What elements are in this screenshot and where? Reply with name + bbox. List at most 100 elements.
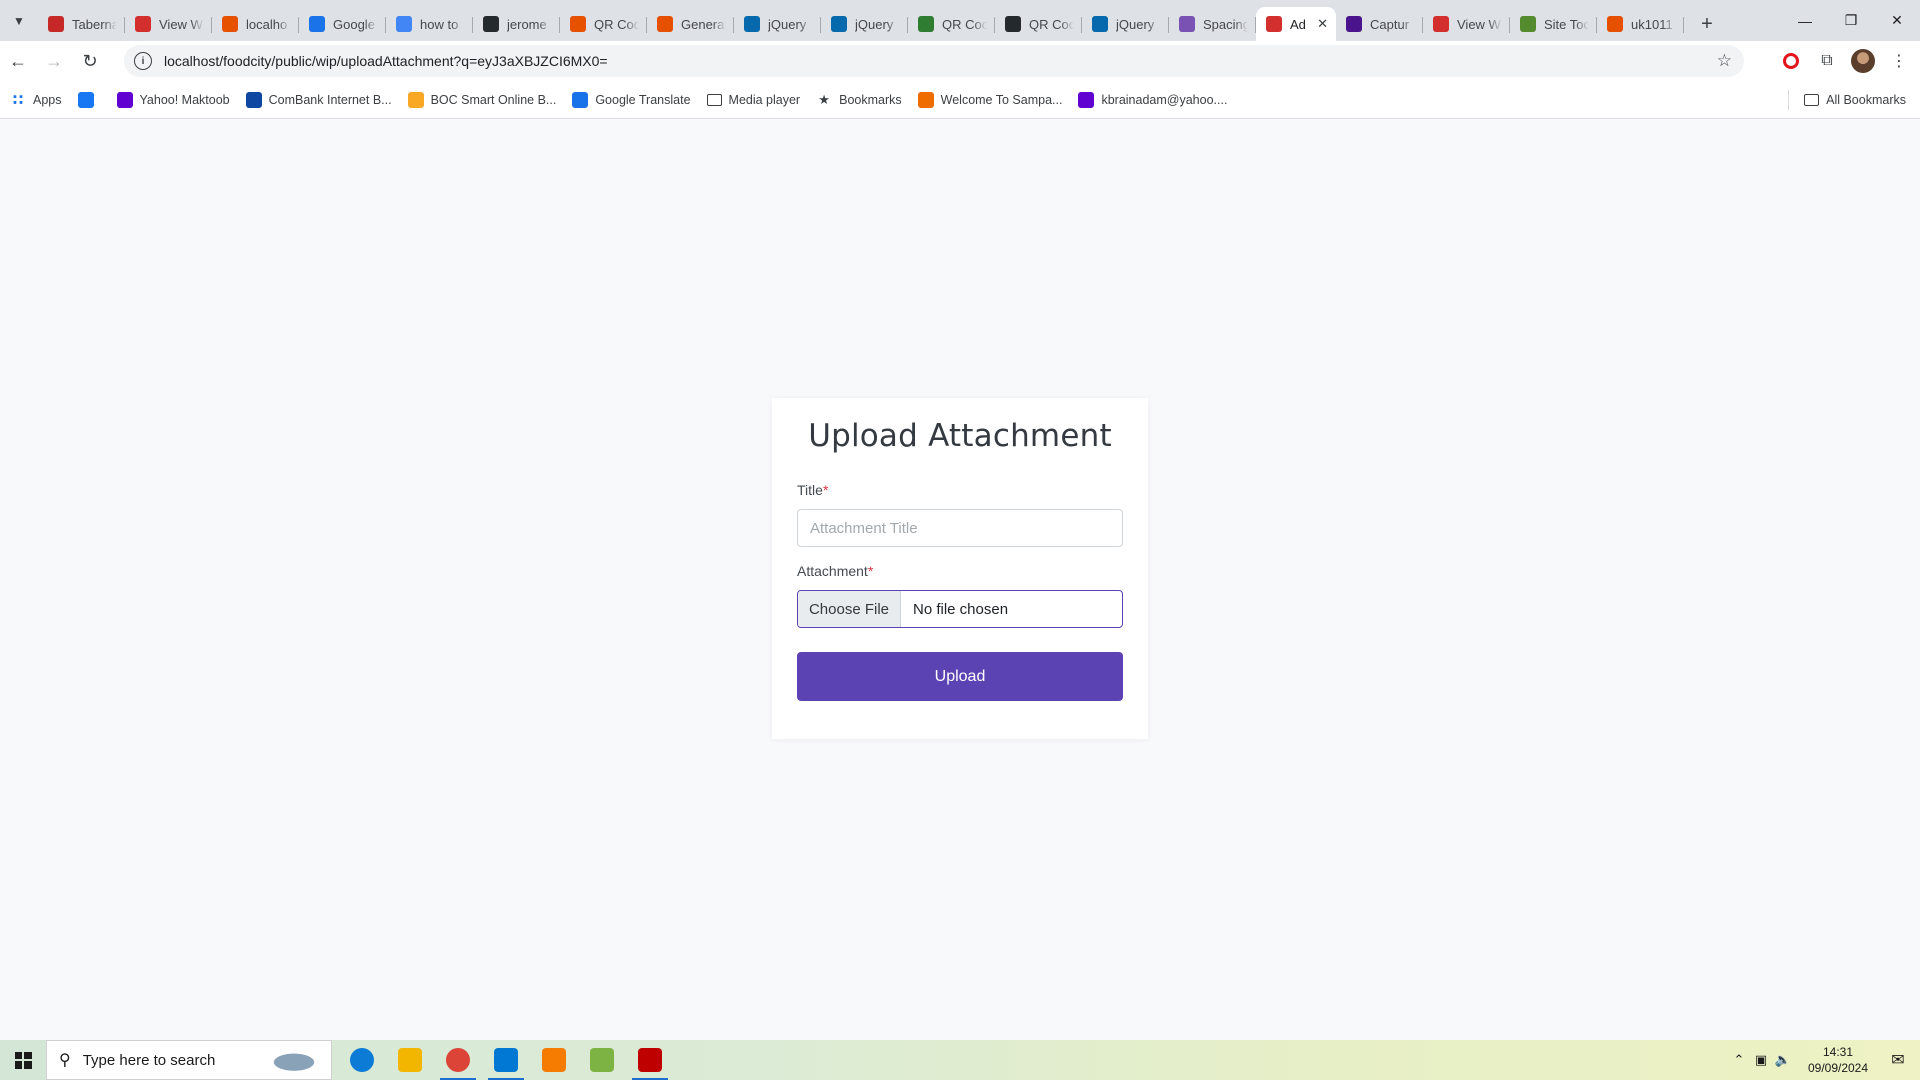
file-explorer-taskbar-button[interactable] xyxy=(386,1040,434,1080)
browser-tab[interactable]: jQuery xyxy=(821,7,908,41)
vscode-taskbar-button[interactable] xyxy=(482,1040,530,1080)
browser-tab[interactable]: Captur xyxy=(1336,7,1423,41)
attachment-file-input[interactable]: Choose File No file chosen xyxy=(797,590,1123,628)
browser-tab[interactable]: QR Coc xyxy=(995,7,1082,41)
bookmark-item[interactable]: ★ Bookmarks xyxy=(816,92,901,108)
site-info-icon[interactable]: i xyxy=(134,52,152,70)
bookmark-item[interactable]: ∷ Apps xyxy=(10,91,62,109)
folder-icon xyxy=(706,93,722,106)
bookmarks-bar: ∷ Apps Yahoo! Maktoob ComBank Internet B...… xyxy=(0,81,1920,119)
restore-button[interactable]: ❐ xyxy=(1828,0,1874,41)
browser-tab-strip: ▼ Taberna View W localho Google how to jerome… xyxy=(0,0,1920,41)
taskbar-apps xyxy=(338,1040,674,1080)
search-highlight-image xyxy=(263,1049,325,1073)
browser-tab[interactable]: QR Cod xyxy=(560,7,647,41)
tab-list: Taberna View W localho Google how to jerome QR… xyxy=(38,0,1684,41)
opera-extension-icon[interactable] xyxy=(1778,48,1804,74)
bookmark-item[interactable] xyxy=(77,91,101,108)
bookmark-item[interactable]: Yahoo! Maktoob xyxy=(116,91,230,108)
translate-icon xyxy=(309,16,325,32)
browser-tab[interactable]: Site Toc xyxy=(1510,7,1597,41)
browser-tab[interactable]: jQuery xyxy=(734,7,821,41)
tray-chevron-up-icon[interactable]: ⌃ xyxy=(1728,1052,1750,1068)
xampp-taskbar-button[interactable] xyxy=(530,1040,578,1080)
bookmark-label: Google Translate xyxy=(595,92,691,107)
url-text[interactable]: localhost/foodcity/public/wip/uploadAtta… xyxy=(164,53,608,69)
yahoo-icon xyxy=(116,91,133,108)
wave-icon xyxy=(222,16,238,32)
bookmark-item[interactable]: Media player xyxy=(706,93,800,107)
tab-title: QR Cod xyxy=(594,16,639,32)
minimize-button[interactable]: — xyxy=(1782,0,1828,41)
browser-tab[interactable]: jerome xyxy=(473,7,560,41)
file-status-text: No file chosen xyxy=(913,600,1009,618)
reload-button[interactable]: ↻ xyxy=(72,43,108,79)
edge-icon xyxy=(350,1048,374,1072)
page-title: Upload Attachment xyxy=(808,418,1112,454)
browser-menu-icon[interactable]: ⋮ xyxy=(1886,48,1912,74)
system-tray: ⌃ ▣ 🔈 14:31 09/09/2024 ✉ xyxy=(1728,1040,1920,1080)
browser-tab[interactable]: Ad ✕ xyxy=(1256,7,1336,41)
clock[interactable]: 14:31 09/09/2024 xyxy=(1800,1044,1876,1076)
upload-button[interactable]: Upload xyxy=(797,652,1123,701)
profile-avatar[interactable] xyxy=(1850,48,1876,74)
chrome-icon xyxy=(446,1048,470,1072)
address-bar[interactable]: i localhost/foodcity/public/wip/uploadAt… xyxy=(124,45,1744,77)
start-button[interactable] xyxy=(0,1040,46,1080)
forward-button[interactable]: → xyxy=(36,43,72,79)
bookmark-item[interactable]: Welcome To Sampa... xyxy=(917,91,1062,108)
tab-title: how to xyxy=(420,16,459,32)
close-window-button[interactable]: ✕ xyxy=(1874,0,1920,41)
search-icon: ⚲ xyxy=(59,1052,71,1069)
browser-tab[interactable]: jQuery xyxy=(1082,7,1169,41)
browser-tab[interactable]: uk1011 xyxy=(1597,7,1684,41)
upload-attachment-card: Upload Attachment Title* Attachment* Cho… xyxy=(772,398,1148,739)
browser-tab[interactable]: localho xyxy=(212,7,299,41)
jquery-icon xyxy=(1092,16,1108,32)
network-icon[interactable]: ▣ xyxy=(1750,1052,1772,1068)
browser-tab[interactable]: how to xyxy=(386,7,473,41)
apps-grid-icon: ∷ xyxy=(12,91,24,109)
wave-icon xyxy=(1607,16,1623,32)
title-input[interactable] xyxy=(797,509,1123,547)
tab-title: Taberna xyxy=(72,16,117,32)
bookmark-label: BOC Smart Online B... xyxy=(430,92,557,107)
notification-center-icon[interactable]: ✉ xyxy=(1876,1040,1920,1080)
browser-tab[interactable]: View W xyxy=(1423,7,1510,41)
link-icon xyxy=(918,16,934,32)
browser-tab[interactable]: Spacing xyxy=(1169,7,1256,41)
browser-tab[interactable]: Generat xyxy=(647,7,734,41)
filezilla-taskbar-button[interactable] xyxy=(626,1040,674,1080)
bookmark-item[interactable]: Google Translate xyxy=(572,91,691,108)
tab-title: Captur xyxy=(1370,16,1410,32)
taskbar-search-box[interactable]: ⚲ Type here to search xyxy=(46,1040,332,1080)
tab-search-chevron-icon[interactable]: ▼ xyxy=(0,0,38,41)
new-tab-button[interactable]: + xyxy=(1690,7,1724,41)
all-bookmarks-button[interactable]: All Bookmarks xyxy=(1788,81,1906,119)
tab-title: jQuery xyxy=(768,16,807,32)
dot-icon xyxy=(1520,16,1536,32)
all-bookmarks-label: All Bookmarks xyxy=(1826,93,1906,107)
edge-taskbar-button[interactable] xyxy=(338,1040,386,1080)
chrome-taskbar-button[interactable] xyxy=(434,1040,482,1080)
candy-icon xyxy=(48,16,64,32)
bookmark-star-icon[interactable]: ☆ xyxy=(1717,51,1732,71)
volume-icon[interactable]: 🔈 xyxy=(1772,1052,1794,1068)
attachment-label: Attachment* xyxy=(797,563,874,579)
toolbar-extensions: ⧉ ⋮ xyxy=(1778,45,1912,77)
capture-icon xyxy=(1346,16,1362,32)
choose-file-button[interactable]: Choose File xyxy=(798,591,901,627)
browser-tab[interactable]: QR Coc xyxy=(908,7,995,41)
browser-tab[interactable]: View W xyxy=(125,7,212,41)
notepadpp-taskbar-button[interactable] xyxy=(578,1040,626,1080)
back-button[interactable]: ← xyxy=(0,43,36,79)
browser-tab[interactable]: Taberna xyxy=(38,7,125,41)
extensions-puzzle-icon[interactable]: ⧉ xyxy=(1814,48,1840,74)
tab-title: jQuery xyxy=(1116,16,1155,32)
bookmark-item[interactable]: BOC Smart Online B... xyxy=(407,91,557,108)
bookmark-item[interactable]: kbrainadam@yahoo.... xyxy=(1078,91,1227,108)
filezilla-icon xyxy=(638,1048,662,1072)
bookmark-item[interactable]: ComBank Internet B... xyxy=(245,91,392,108)
close-tab-icon[interactable]: ✕ xyxy=(1317,16,1328,32)
browser-tab[interactable]: Google xyxy=(299,7,386,41)
